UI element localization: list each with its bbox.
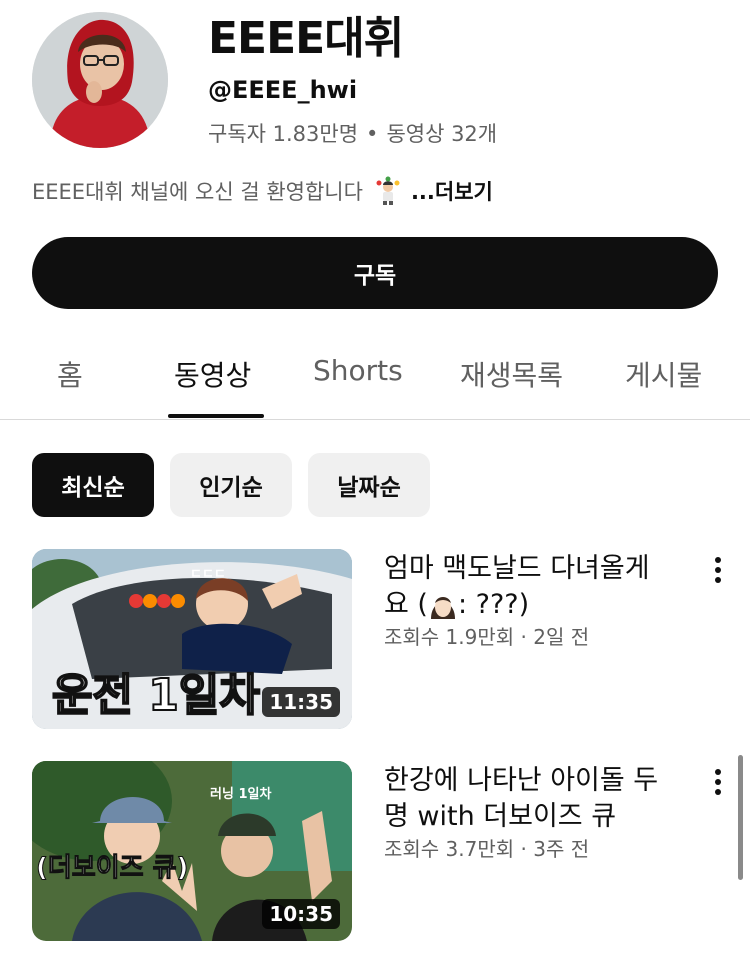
scrollbar[interactable] bbox=[738, 755, 743, 880]
thumbnail-caption: (더보이즈 큐) bbox=[35, 853, 189, 884]
video-item[interactable]: 러닝 1일차 (더보이즈 큐) 10:35 한강에 나타난 아이돌 두 명 wi… bbox=[32, 761, 721, 941]
subscriber-count: 구독자 1.83만명 bbox=[208, 122, 359, 146]
active-tab-indicator bbox=[168, 414, 264, 418]
tab-posts[interactable]: 게시물 bbox=[625, 354, 702, 394]
tab-home[interactable]: 홈 bbox=[57, 354, 83, 394]
channel-stats: 구독자 1.83만명 • 동영상 32개 bbox=[208, 118, 497, 148]
video-title-line: 엄마 맥도날드 다녀올게 bbox=[384, 553, 650, 584]
video-meta: 조회수 1.9만회 · 2일 전 bbox=[384, 625, 590, 649]
channel-avatar[interactable] bbox=[32, 12, 168, 148]
video-title-line: : ???) bbox=[457, 589, 530, 620]
woman-face-emoji-icon bbox=[428, 591, 458, 621]
tab-videos[interactable]: 동영상 bbox=[174, 354, 251, 394]
separator-dot: • bbox=[366, 122, 379, 146]
video-title[interactable]: 한강에 나타난 아이돌 두 명 with 더보이즈 큐 bbox=[384, 763, 684, 835]
channel-name: EEEE대휘 bbox=[208, 13, 404, 64]
video-item[interactable]: ㄷㄷㄷ 운전 1일차 11:35 엄마 맥도날드 다녀올게 요 ( : ???)… bbox=[32, 549, 721, 729]
video-thumbnail[interactable]: 러닝 1일차 (더보이즈 큐) 10:35 bbox=[32, 761, 352, 941]
chip-popular[interactable]: 인기순 bbox=[170, 453, 292, 517]
video-duration: 11:35 bbox=[262, 687, 340, 717]
channel-tabs: 홈 동영상 Shorts 재생목록 게시물 bbox=[0, 336, 750, 420]
description-text: EEEE대휘 채널에 오신 걸 환영합니다 bbox=[32, 180, 363, 204]
description-more-link[interactable]: ...더보기 bbox=[411, 176, 493, 206]
person-juggling-emoji-icon bbox=[373, 176, 403, 206]
subscribe-button[interactable]: 구독 bbox=[32, 237, 718, 309]
chip-oldest[interactable]: 날짜순 bbox=[308, 453, 430, 517]
video-title[interactable]: 엄마 맥도날드 다녀올게 요 ( : ???) bbox=[384, 551, 684, 623]
thumbnail-caption: 운전 1일차 bbox=[51, 669, 261, 722]
tab-playlists[interactable]: 재생목록 bbox=[460, 354, 563, 394]
three-dots-vertical-icon[interactable] bbox=[708, 557, 728, 587]
chip-latest[interactable]: 최신순 bbox=[32, 453, 154, 517]
channel-description[interactable]: EEEE대휘 채널에 오신 걸 환영합니다 ...더보기 bbox=[32, 176, 493, 206]
channel-handle: @EEEE_hwi bbox=[208, 76, 358, 104]
video-thumbnail[interactable]: ㄷㄷㄷ 운전 1일차 11:35 bbox=[32, 549, 352, 729]
video-title-line: 요 ( bbox=[384, 589, 428, 620]
thumbnail-sticker: 러닝 1일차 bbox=[210, 787, 272, 802]
tab-shorts[interactable]: Shorts bbox=[313, 354, 403, 387]
video-count: 동영상 32개 bbox=[386, 122, 498, 146]
video-duration: 10:35 bbox=[262, 899, 340, 929]
three-dots-vertical-icon[interactable] bbox=[708, 769, 728, 799]
thumbnail-sticker: ㄷㄷㄷ bbox=[190, 567, 226, 582]
video-meta: 조회수 3.7만회 · 3주 전 bbox=[384, 837, 590, 861]
